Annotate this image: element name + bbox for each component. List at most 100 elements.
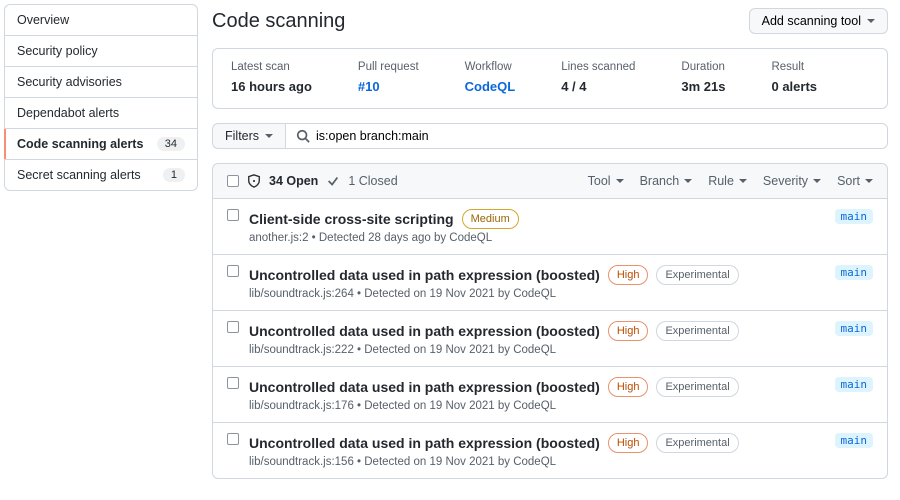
alert-row[interactable]: Uncontrolled data used in path expressio…: [213, 311, 887, 367]
alert-meta: lib/soundtrack.js:264 • Detected on 19 N…: [249, 288, 825, 300]
branch-tag[interactable]: main: [835, 377, 874, 392]
filters-button[interactable]: Filters: [212, 123, 285, 149]
alert-row[interactable]: Uncontrolled data used in path expressio…: [213, 367, 887, 423]
alert-body: Uncontrolled data used in path expressio…: [249, 321, 825, 356]
column-branch-dropdown[interactable]: Branch: [640, 174, 693, 188]
sidebar-item-security-advisories[interactable]: Security advisories: [5, 67, 197, 98]
experimental-badge: Experimental: [656, 433, 738, 453]
alert-checkbox[interactable]: [227, 433, 239, 445]
filters-button-label: Filters: [225, 129, 259, 143]
stat-label: Duration: [681, 61, 725, 73]
sidebar-item-label: Dependabot alerts: [17, 106, 119, 120]
stat-value-link[interactable]: CodeQL: [465, 79, 516, 94]
sidebar-menu: Overview Security policy Security adviso…: [4, 4, 198, 191]
alert-body: Uncontrolled data used in path expressio…: [249, 265, 825, 300]
alert-row[interactable]: Uncontrolled data used in path expressio…: [213, 255, 887, 311]
alert-title[interactable]: Uncontrolled data used in path expressio…: [249, 267, 600, 283]
severity-badge: Medium: [462, 209, 519, 229]
alerts-list-header: 34 Open 1 Closed Tool Branch Rule Severi…: [213, 164, 887, 199]
stat-label: Lines scanned: [561, 61, 635, 73]
sidebar-item-overview[interactable]: Overview: [5, 5, 197, 36]
alert-body: Uncontrolled data used in path expressio…: [249, 433, 825, 468]
check-icon: [326, 174, 340, 188]
caret-down-icon: [739, 179, 747, 183]
severity-badge: High: [608, 265, 649, 285]
severity-badge: High: [608, 433, 649, 453]
search-box[interactable]: [285, 123, 888, 149]
alert-meta: lib/soundtrack.js:222 • Detected on 19 N…: [249, 344, 825, 356]
branch-tag[interactable]: main: [835, 321, 874, 336]
closed-count[interactable]: 1 Closed: [348, 174, 397, 188]
alert-body: Client-side cross-site scripting Medium an…: [249, 209, 825, 244]
alert-meta: another.js:2 • Detected 28 days ago by C…: [249, 232, 825, 244]
alert-title[interactable]: Uncontrolled data used in path expressio…: [249, 323, 600, 339]
sidebar-item-count: 1: [163, 168, 185, 182]
button-label: Add scanning tool: [762, 14, 861, 28]
stat-value-link[interactable]: #10: [358, 79, 419, 94]
sidebar-item-label: Overview: [17, 13, 69, 27]
add-scanning-tool-button[interactable]: Add scanning tool: [749, 8, 888, 34]
open-count[interactable]: 34 Open: [269, 174, 318, 188]
branch-tag[interactable]: main: [835, 209, 874, 224]
sidebar-item-secret-scanning-alerts[interactable]: Secret scanning alerts 1: [5, 160, 197, 190]
stat-lines-scanned: Lines scanned 4 / 4: [561, 61, 635, 94]
alert-meta: lib/soundtrack.js:156 • Detected on 19 N…: [249, 456, 825, 468]
sidebar-item-label: Code scanning alerts: [17, 137, 143, 151]
alert-checkbox[interactable]: [227, 209, 239, 221]
sidebar-item-count: 34: [157, 137, 185, 151]
alert-checkbox[interactable]: [227, 377, 239, 389]
experimental-badge: Experimental: [656, 377, 738, 397]
stat-label: Result: [771, 61, 817, 73]
column-sort-dropdown[interactable]: Sort: [837, 174, 873, 188]
stat-value: 4 / 4: [561, 79, 635, 94]
severity-badge: High: [608, 377, 649, 397]
scan-summary: Latest scan 16 hours ago Pull request #1…: [212, 48, 888, 109]
alert-title[interactable]: Uncontrolled data used in path expressio…: [249, 379, 600, 395]
severity-badge: High: [608, 321, 649, 341]
caret-down-icon: [616, 179, 624, 183]
sidebar-item-code-scanning-alerts[interactable]: Code scanning alerts 34: [5, 129, 197, 160]
alerts-list: 34 Open 1 Closed Tool Branch Rule Severi…: [212, 163, 888, 479]
caret-down-icon: [865, 179, 873, 183]
column-severity-dropdown[interactable]: Severity: [763, 174, 821, 188]
column-tool-dropdown[interactable]: Tool: [588, 174, 624, 188]
caret-down-icon: [867, 19, 875, 23]
security-sidebar: Overview Security policy Security adviso…: [0, 0, 198, 500]
search-input[interactable]: [316, 124, 877, 148]
sidebar-item-dependabot-alerts[interactable]: Dependabot alerts: [5, 98, 197, 129]
stat-label: Latest scan: [231, 61, 312, 73]
stat-label: Workflow: [465, 61, 516, 73]
select-all-checkbox[interactable]: [227, 175, 239, 187]
sidebar-item-security-policy[interactable]: Security policy: [5, 36, 197, 67]
experimental-badge: Experimental: [656, 265, 738, 285]
stat-duration: Duration 3m 21s: [681, 61, 725, 94]
main-content: Code scanning Add scanning tool Latest s…: [198, 0, 900, 500]
page-title: Code scanning: [212, 10, 345, 33]
alert-checkbox[interactable]: [227, 321, 239, 333]
alert-row[interactable]: Client-side cross-site scripting Medium an…: [213, 199, 887, 255]
sidebar-item-label: Secret scanning alerts: [17, 168, 141, 182]
alert-title[interactable]: Client-side cross-site scripting: [249, 211, 454, 227]
branch-tag[interactable]: main: [835, 433, 874, 448]
sidebar-item-label: Security advisories: [17, 75, 122, 89]
filter-bar: Filters: [212, 123, 888, 149]
caret-down-icon: [813, 179, 821, 183]
alert-row[interactable]: Uncontrolled data used in path expressio…: [213, 423, 887, 478]
stat-label: Pull request: [358, 61, 419, 73]
stat-workflow: Workflow CodeQL: [465, 61, 516, 94]
shield-icon: [247, 174, 261, 188]
alert-body: Uncontrolled data used in path expressio…: [249, 377, 825, 412]
experimental-badge: Experimental: [656, 321, 738, 341]
column-rule-dropdown[interactable]: Rule: [708, 174, 747, 188]
alert-title[interactable]: Uncontrolled data used in path expressio…: [249, 435, 600, 451]
stat-value: 16 hours ago: [231, 79, 312, 94]
alert-checkbox[interactable]: [227, 265, 239, 277]
branch-tag[interactable]: main: [835, 265, 874, 280]
stat-result: Result 0 alerts: [771, 61, 817, 94]
stat-value: 3m 21s: [681, 79, 725, 94]
page-header: Code scanning Add scanning tool: [212, 8, 888, 34]
alert-meta: lib/soundtrack.js:176 • Detected on 19 N…: [249, 400, 825, 412]
stat-pull-request: Pull request #10: [358, 61, 419, 94]
stat-value: 0 alerts: [771, 79, 817, 94]
caret-down-icon: [265, 134, 273, 138]
